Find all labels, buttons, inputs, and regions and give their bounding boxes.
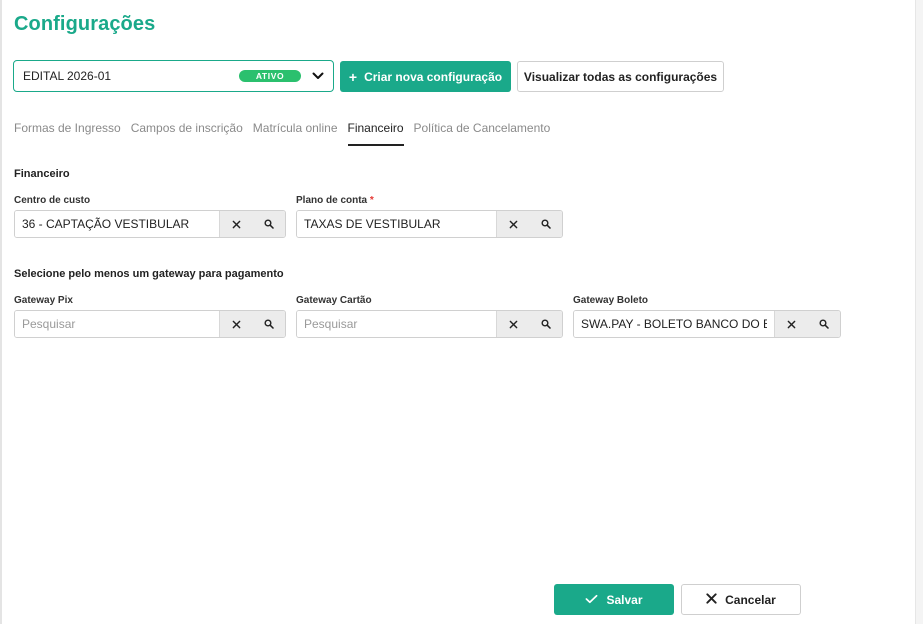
plano-conta-label-text: Plano de conta bbox=[296, 195, 368, 206]
status-badge: ATIVO bbox=[239, 70, 301, 82]
section-title-gateways: Selecione pelo menos um gateway para pag… bbox=[14, 268, 284, 280]
centro-custo-input[interactable] bbox=[15, 211, 219, 237]
save-label: Salvar bbox=[606, 592, 643, 607]
tab-politica-de-cancelamento[interactable]: Política de Cancelamento bbox=[414, 120, 551, 146]
search-icon[interactable] bbox=[807, 311, 840, 337]
create-config-button[interactable]: + Criar nova configuração bbox=[340, 61, 511, 92]
page-title: Configurações bbox=[14, 13, 156, 35]
scrollbar-track[interactable] bbox=[915, 0, 923, 624]
gateway-boleto-input[interactable] bbox=[574, 311, 774, 337]
left-border bbox=[0, 0, 2, 624]
close-icon[interactable] bbox=[496, 311, 529, 337]
check-icon bbox=[585, 593, 598, 607]
tab-financeiro[interactable]: Financeiro bbox=[347, 120, 404, 146]
centro-custo-lookup bbox=[14, 210, 286, 238]
search-icon[interactable] bbox=[252, 211, 285, 237]
create-config-label: Criar nova configuração bbox=[364, 69, 503, 84]
close-icon[interactable] bbox=[496, 211, 529, 237]
plus-icon: + bbox=[348, 68, 358, 85]
search-icon[interactable] bbox=[529, 211, 562, 237]
plano-conta-label: Plano de conta * bbox=[296, 195, 374, 206]
gateway-cartao-lookup bbox=[296, 310, 563, 338]
config-select[interactable]: EDITAL 2026-01 ATIVO bbox=[13, 60, 334, 92]
gateway-cartao-label: Gateway Cartão bbox=[296, 295, 372, 306]
cancel-button[interactable]: Cancelar bbox=[681, 584, 801, 615]
gateway-cartao-input[interactable] bbox=[297, 311, 496, 337]
gateway-boleto-label: Gateway Boleto bbox=[573, 295, 649, 306]
close-icon[interactable] bbox=[219, 211, 252, 237]
gateway-boleto-lookup bbox=[573, 310, 841, 338]
tab-formas-de-ingresso[interactable]: Formas de Ingresso bbox=[14, 120, 121, 146]
tab-bar: Formas de Ingresso Campos de inscrição M… bbox=[14, 120, 560, 146]
section-title-financeiro: Financeiro bbox=[14, 168, 70, 180]
centro-custo-label-text: Centro de custo bbox=[14, 195, 91, 206]
plano-conta-input[interactable] bbox=[297, 211, 496, 237]
chevron-down-icon[interactable] bbox=[311, 69, 325, 83]
search-icon[interactable] bbox=[529, 311, 562, 337]
config-select-value: EDITAL 2026-01 bbox=[23, 69, 112, 83]
tab-matricula-online[interactable]: Matrícula online bbox=[253, 120, 338, 146]
plano-conta-lookup bbox=[296, 210, 563, 238]
close-icon bbox=[706, 592, 717, 607]
gateway-pix-label: Gateway Pix bbox=[14, 295, 73, 306]
close-icon[interactable] bbox=[219, 311, 252, 337]
tab-campos-de-inscricao[interactable]: Campos de inscrição bbox=[131, 120, 243, 146]
required-mark: * bbox=[369, 195, 374, 206]
search-icon[interactable] bbox=[252, 311, 285, 337]
gateway-pix-lookup bbox=[14, 310, 286, 338]
gateway-pix-input[interactable] bbox=[15, 311, 219, 337]
view-all-configs-button[interactable]: Visualizar todas as configurações bbox=[517, 61, 724, 92]
centro-custo-label: Centro de custo bbox=[14, 195, 90, 206]
save-button[interactable]: Salvar bbox=[554, 584, 674, 615]
cancel-label: Cancelar bbox=[725, 592, 776, 607]
close-icon[interactable] bbox=[774, 311, 807, 337]
